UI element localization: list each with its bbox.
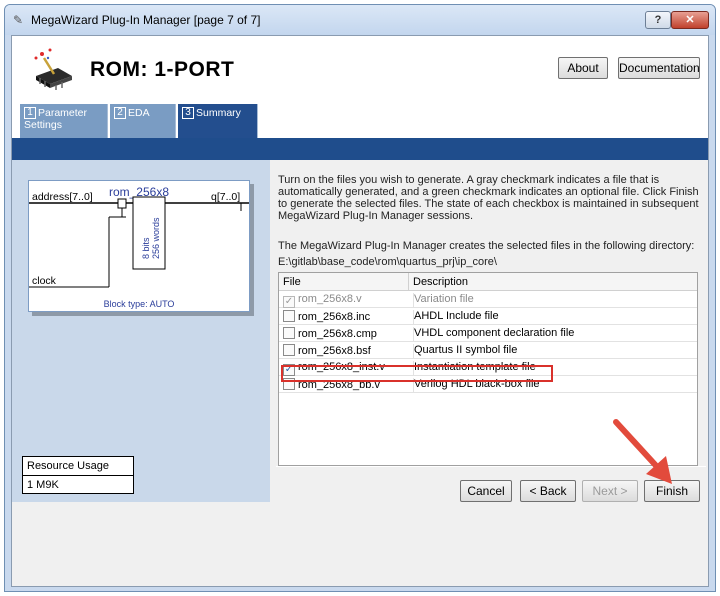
chip-icon (34, 48, 72, 90)
output-directory: E:\gitlab\base_code\rom\quartus_prj\ip_c… (278, 256, 497, 268)
table-row[interactable]: rom_256x8_bb.v Verilog HDL black-box fil… (279, 376, 697, 393)
directory-intro: The MegaWizard Plug-In Manager creates t… (278, 240, 695, 252)
column-header-file[interactable]: File (279, 273, 409, 291)
next-button[interactable]: Next > (582, 480, 638, 502)
checkbox[interactable] (283, 378, 295, 390)
close-button[interactable]: ✕ (671, 11, 709, 29)
description-cell: VHDL component declaration file (413, 327, 693, 342)
rom-symbol: rom_256x8 address[7..0] q[7..0] clock 8 (28, 180, 250, 312)
tab-summary[interactable]: 3 Summary (178, 104, 258, 138)
checkbox[interactable] (283, 310, 295, 322)
file-name: rom_256x8.v (298, 293, 362, 305)
description-cell: Quartus II symbol file (413, 344, 693, 359)
address-port-label: address[7..0] (32, 191, 93, 203)
summary-description: Turn on the files you wish to generate. … (278, 174, 699, 222)
title-bar: ✎ MegaWizard Plug-In Manager [page 7 of … (5, 5, 715, 35)
file-cell: rom_256x8_bb.v (283, 378, 409, 393)
symbol-panel: rom_256x8 address[7..0] q[7..0] clock 8 (12, 160, 270, 502)
tab-strip: 1 Parameter Settings 2 EDA 3 Summary (12, 102, 708, 138)
checkbox[interactable]: ✓ (283, 296, 295, 308)
q-port-label: q[7..0] (211, 191, 241, 203)
file-cell: rom_256x8.bsf (283, 344, 409, 359)
tab-label: EDA (128, 107, 150, 119)
tab-underline-bar (12, 138, 708, 160)
checkbox[interactable] (283, 327, 295, 339)
tab-number: 3 (182, 107, 194, 119)
file-name: rom_256x8.inc (298, 311, 371, 323)
table-row[interactable]: rom_256x8.cmp VHDL component declaration… (279, 325, 697, 342)
bits-label: 8 bits (141, 237, 151, 259)
cancel-button[interactable]: Cancel (460, 480, 512, 502)
about-button[interactable]: About (558, 57, 608, 79)
tab-label: Summary (196, 107, 241, 119)
table-row[interactable]: ✓ rom_256x8.v Variation file (279, 291, 697, 308)
resource-usage-box: Resource Usage 1 M9K (22, 456, 134, 494)
tab-parameter-settings[interactable]: 1 Parameter Settings (20, 104, 108, 138)
wizard-header: ROM: 1-PORT About Documentation (12, 36, 708, 102)
wizard-client: ROM: 1-PORT About Documentation 1 Paramet… (11, 35, 709, 587)
finish-button[interactable]: Finish (644, 480, 700, 502)
file-cell: rom_256x8.cmp (283, 327, 409, 342)
wizard-window: ✎ MegaWizard Plug-In Manager [page 7 of … (4, 4, 716, 592)
tab-number: 1 (24, 107, 36, 119)
tab-eda[interactable]: 2 EDA (110, 104, 176, 138)
checkbox[interactable]: ✓ (283, 364, 295, 376)
description-cell: Verilog HDL black-box file (413, 378, 693, 393)
resource-usage-title: Resource Usage (23, 457, 133, 476)
back-button[interactable]: < Back (520, 480, 576, 502)
column-header-description[interactable]: Description (409, 273, 697, 291)
file-table: File Description ✓ rom_256x8.v Variation … (278, 272, 698, 466)
file-name: rom_256x8_inst.v (298, 361, 385, 373)
window-title: MegaWizard Plug-In Manager [page 7 of 7] (31, 13, 261, 27)
file-cell: ✓ rom_256x8_inst.v (283, 361, 409, 376)
checkbox[interactable] (283, 344, 295, 356)
summary-panel: Turn on the files you wish to generate. … (270, 160, 708, 502)
description-cell: AHDL Include file (413, 310, 693, 325)
button-separator (276, 466, 706, 467)
page-title: ROM: 1-PORT (90, 58, 235, 81)
words-label: 256 words (151, 217, 161, 259)
help-button[interactable]: ? (645, 11, 671, 29)
file-name: rom_256x8_bb.v (298, 379, 380, 391)
table-row[interactable]: rom_256x8.bsf Quartus II symbol file (279, 342, 697, 359)
wand-icon: ✎ (13, 13, 24, 27)
table-row[interactable]: ✓ rom_256x8_inst.v Instantiation template… (279, 359, 697, 376)
tab-number: 2 (114, 107, 126, 119)
file-name: rom_256x8.cmp (298, 328, 377, 340)
documentation-button[interactable]: Documentation (618, 57, 700, 79)
file-cell: rom_256x8.inc (283, 310, 409, 325)
description-cell: Variation file (413, 293, 693, 308)
table-row[interactable]: rom_256x8.inc AHDL Include file (279, 308, 697, 325)
file-name: rom_256x8.bsf (298, 345, 371, 357)
file-cell: ✓ rom_256x8.v (283, 293, 409, 308)
block-type-label: Block type: AUTO (103, 299, 175, 309)
resource-usage-value: 1 M9K (27, 479, 59, 491)
description-cell: Instantiation template file (413, 361, 693, 376)
clock-port-label: clock (32, 275, 56, 287)
